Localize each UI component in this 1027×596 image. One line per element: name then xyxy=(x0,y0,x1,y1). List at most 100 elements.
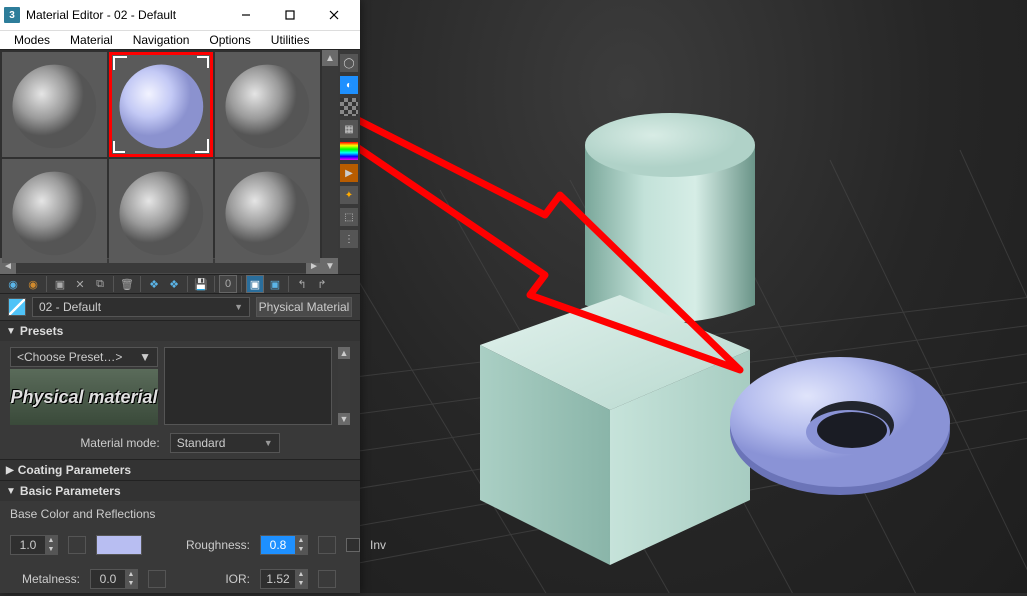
menu-utilities[interactable]: Utilities xyxy=(261,31,320,49)
metalness-map[interactable] xyxy=(148,570,166,588)
background-icon[interactable] xyxy=(340,98,358,116)
spin-up-icon[interactable]: ▲ xyxy=(125,570,137,579)
vscroll-down[interactable]: ▼ xyxy=(322,258,338,274)
base-weight-spinner[interactable]: ▲▼ xyxy=(10,535,58,555)
basic-subtitle: Base Color and Reflections xyxy=(10,507,350,521)
preset-select[interactable]: <Choose Preset…> ▼ xyxy=(10,347,158,367)
ior-input[interactable] xyxy=(261,570,295,588)
spin-down-icon[interactable]: ▼ xyxy=(295,545,307,554)
metalness-input[interactable] xyxy=(91,570,125,588)
assign-to-selection-icon[interactable]: ▣ xyxy=(51,275,69,293)
roughness-map[interactable] xyxy=(318,536,336,554)
preset-select-value: <Choose Preset…> xyxy=(17,350,122,364)
preset-scroll-up[interactable]: ▲ xyxy=(338,347,350,359)
viewport-3d[interactable] xyxy=(360,0,1027,593)
options-icon[interactable]: ✦ xyxy=(340,186,358,204)
titlebar[interactable]: 3 Material Editor - 02 - Default xyxy=(0,0,360,30)
preset-scroll-down[interactable]: ▼ xyxy=(338,413,350,425)
menu-material[interactable]: Material xyxy=(60,31,123,49)
sample-slot-3[interactable] xyxy=(215,52,320,157)
preset-scroll[interactable]: ▲ ▼ xyxy=(338,347,350,425)
put-to-library-icon[interactable]: ❖ xyxy=(165,275,183,293)
material-map-navigator-icon[interactable]: ⋮ xyxy=(340,230,358,248)
spin-up-icon[interactable]: ▲ xyxy=(295,570,307,579)
pick-from-object-icon[interactable] xyxy=(8,298,26,316)
spin-up-icon[interactable]: ▲ xyxy=(295,536,307,545)
sample-slot-grid xyxy=(0,50,322,258)
base-color-swatch[interactable] xyxy=(96,535,142,555)
make-unique-icon[interactable]: ❖ xyxy=(145,275,163,293)
vscroll-track[interactable] xyxy=(322,66,338,258)
vscroll-up[interactable]: ▲ xyxy=(322,50,338,66)
put-to-scene-icon[interactable]: ◉ xyxy=(24,275,42,293)
material-name-text: 02 - Default xyxy=(39,300,101,314)
menu-modes[interactable]: Modes xyxy=(4,31,60,49)
spin-up-icon[interactable]: ▲ xyxy=(45,536,57,545)
sample-type-icon[interactable]: ◯ xyxy=(340,54,358,72)
sample-slot-2[interactable] xyxy=(109,52,214,157)
scene-cube[interactable] xyxy=(480,295,750,565)
get-material-icon[interactable]: ◉ xyxy=(4,275,22,293)
menubar: Modes Material Navigation Options Utilit… xyxy=(0,30,360,49)
roughness-input[interactable] xyxy=(261,536,295,554)
material-name-row: 02 - Default ▼ Physical Material xyxy=(0,294,360,320)
material-name-input[interactable]: 02 - Default ▼ xyxy=(32,297,250,317)
delete-icon[interactable]: 🗑 xyxy=(118,275,136,293)
spin-down-icon[interactable]: ▼ xyxy=(295,579,307,588)
sample-slot-5[interactable] xyxy=(109,159,214,264)
video-color-check-icon[interactable] xyxy=(340,142,358,160)
menu-navigation[interactable]: Navigation xyxy=(123,31,200,49)
go-to-parent-icon[interactable]: ↰ xyxy=(293,275,311,293)
spin-down-icon[interactable]: ▼ xyxy=(125,579,137,588)
coating-header[interactable]: ▶ Coating Parameters xyxy=(0,460,360,480)
material-type-button[interactable]: Physical Material xyxy=(256,297,352,317)
spin-down-icon[interactable]: ▼ xyxy=(45,545,57,554)
scene-torus[interactable] xyxy=(730,357,950,495)
sample-slot-4[interactable] xyxy=(2,159,107,264)
roughness-label: Roughness: xyxy=(180,538,250,552)
close-button[interactable] xyxy=(312,0,356,30)
base-weight-input[interactable] xyxy=(11,536,45,554)
name-dropdown-icon[interactable]: ▼ xyxy=(234,302,243,312)
reset-map-icon[interactable]: ✕ xyxy=(71,275,89,293)
go-forward-icon[interactable]: ↱ xyxy=(313,275,331,293)
show-map-viewport-icon[interactable]: ▣ xyxy=(246,275,264,293)
show-end-result-icon[interactable]: ▣ xyxy=(266,275,284,293)
material-editor-window: 3 Material Editor - 02 - Default Modes M… xyxy=(0,0,360,593)
material-mode-select[interactable]: Standard ▼ xyxy=(170,433,280,453)
scene-cylinder[interactable] xyxy=(585,113,755,323)
inv-label: Inv xyxy=(370,538,386,552)
metalness-spinner[interactable]: ▲▼ xyxy=(90,569,138,589)
make-copy-icon[interactable]: ⧉ xyxy=(91,275,109,293)
basic-header[interactable]: ▼ Basic Parameters xyxy=(0,481,360,501)
caret-down-icon: ▼ xyxy=(139,350,151,364)
base-weight-map[interactable] xyxy=(68,536,86,554)
preset-logo: Physical material xyxy=(10,369,158,425)
roughness-spinner[interactable]: ▲▼ xyxy=(260,535,308,555)
basic-title: Basic Parameters xyxy=(20,484,121,498)
material-toolbar: ◉ ◉ ▣ ✕ ⧉ 🗑 ❖ ❖ 💾 0 ▣ ▣ ↰ ↱ xyxy=(0,275,360,294)
ior-map[interactable] xyxy=(318,570,336,588)
metalness-label: Metalness: xyxy=(10,572,80,586)
menu-options[interactable]: Options xyxy=(199,31,260,49)
material-id-icon[interactable]: 0 xyxy=(219,275,237,293)
minimize-button[interactable] xyxy=(224,0,268,30)
sample-slot-1[interactable] xyxy=(2,52,107,157)
backlight-icon[interactable]: ◐ xyxy=(340,76,358,94)
sample-toolbar-right: ◯ ◐ ▦ ▶ ✦ ⬚ ⋮ xyxy=(338,50,360,274)
presets-header[interactable]: ▼ Presets xyxy=(0,321,360,341)
sample-slot-6[interactable] xyxy=(215,159,320,264)
save-icon[interactable]: 💾 xyxy=(192,275,210,293)
ior-spinner[interactable]: ▲▼ xyxy=(260,569,308,589)
maximize-button[interactable] xyxy=(268,0,312,30)
presets-rollout: ▼ Presets <Choose Preset…> ▼ Physical ma… xyxy=(0,320,360,459)
make-preview-icon[interactable]: ▶ xyxy=(340,164,358,182)
presets-title: Presets xyxy=(20,324,63,338)
chevron-right-icon: ▶ xyxy=(6,465,14,476)
slot-vscroll[interactable]: ▲ ▼ xyxy=(322,50,338,274)
select-by-material-icon[interactable]: ⬚ xyxy=(340,208,358,226)
sample-uv-icon[interactable]: ▦ xyxy=(340,120,358,138)
ior-label: IOR: xyxy=(180,572,250,586)
caret-down-icon: ▼ xyxy=(264,438,273,448)
roughness-inv-checkbox[interactable] xyxy=(346,538,360,552)
